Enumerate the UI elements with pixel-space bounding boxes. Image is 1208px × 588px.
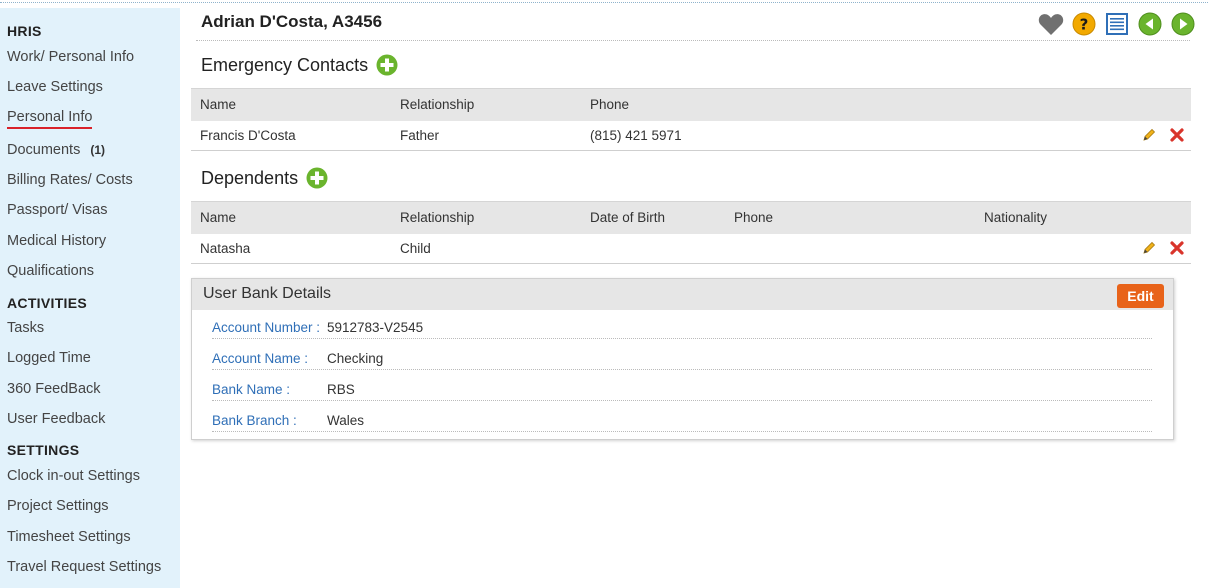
dependent-nationality	[975, 233, 1111, 264]
sidebar-heading-hris: HRIS	[7, 23, 42, 39]
add-dependent-icon[interactable]	[306, 167, 328, 189]
table-header-row: Name Relationship Phone	[191, 88, 1191, 121]
prev-icon[interactable]	[1137, 11, 1163, 37]
column-header-date-of-birth: Date of Birth	[581, 201, 725, 234]
user-bank-details-panel: User Bank Details Edit Account Number : …	[191, 278, 1174, 440]
dependents-table: Name Relationship Date of Birth Phone Na…	[191, 201, 1191, 264]
sidebar-item-logged-time[interactable]: Logged Time	[0, 350, 91, 366]
contact-phone: (815) 421 5971	[581, 120, 1111, 151]
emergency-contacts-heading: Emergency Contacts	[201, 54, 398, 76]
sidebar-item-timesheet-settings[interactable]: Timesheet Settings	[0, 529, 131, 545]
sidebar-item-work-personal-info[interactable]: Work/ Personal Info	[0, 49, 134, 65]
field-value: 5912783-V2545	[327, 320, 424, 335]
dependents-heading: Dependents	[201, 167, 328, 189]
edit-pencil-icon[interactable]	[1141, 127, 1157, 143]
table-header-row: Name Relationship Date of Birth Phone Na…	[191, 201, 1191, 234]
sidebar-item-travel-request-settings[interactable]: Travel Request Settings	[0, 559, 161, 575]
documents-count-badge: (1)	[90, 143, 106, 157]
column-header-relationship: Relationship	[391, 88, 581, 121]
sidebar-item-passport-visas[interactable]: Passport/ Visas	[0, 202, 107, 218]
delete-x-icon[interactable]	[1169, 127, 1185, 143]
heart-icon[interactable]	[1038, 11, 1064, 37]
contact-relationship: Father	[391, 120, 581, 151]
sidebar-heading-activities: ACTIVITIES	[7, 295, 88, 311]
sidebar-item-clock-settings[interactable]: Clock in-out Settings	[0, 468, 140, 484]
bank-panel-title: User Bank Details	[203, 285, 332, 302]
bank-field-account-name: Account Name : Checking	[212, 346, 1152, 370]
title-divider	[196, 40, 1190, 41]
column-header-name: Name	[191, 201, 391, 234]
dependent-relationship: Child	[391, 233, 581, 264]
column-header-nationality: Nationality	[975, 201, 1111, 234]
bank-field-bank-branch: Bank Branch : Wales	[212, 408, 1152, 432]
field-label: Bank Name :	[212, 382, 291, 397]
row-actions	[1111, 120, 1191, 151]
sidebar-heading-settings: SETTINGS	[7, 442, 80, 458]
column-header-actions	[1111, 88, 1191, 121]
bank-field-account-number: Account Number : 5912783-V2545	[212, 315, 1152, 339]
sidebar-item-billing-rates[interactable]: Billing Rates/ Costs	[0, 172, 133, 188]
field-label: Bank Branch :	[212, 413, 297, 428]
list-icon[interactable]	[1104, 11, 1130, 37]
help-icon[interactable]: ?	[1071, 11, 1097, 37]
sidebar-item-documents[interactable]: Documents (1)	[0, 142, 105, 158]
dependent-dob	[581, 233, 725, 264]
bank-field-bank-name: Bank Name : RBS	[212, 377, 1152, 401]
sidebar-item-qualifications[interactable]: Qualifications	[0, 263, 94, 279]
edit-bank-button[interactable]: Edit	[1117, 284, 1164, 308]
field-value: Wales	[327, 413, 365, 428]
column-header-actions	[1111, 201, 1191, 234]
emergency-contacts-table: Name Relationship Phone Francis D'Costa …	[191, 88, 1191, 151]
bank-panel-header: User Bank Details Edit	[192, 279, 1173, 310]
field-label: Account Name :	[212, 351, 309, 366]
column-header-phone: Phone	[581, 88, 1111, 121]
header-toolbar: ?	[1038, 11, 1196, 37]
column-header-relationship: Relationship	[391, 201, 581, 234]
column-header-name: Name	[191, 88, 391, 121]
sidebar-item-user-feedback[interactable]: User Feedback	[0, 411, 105, 427]
next-icon[interactable]	[1170, 11, 1196, 37]
field-value: RBS	[327, 382, 355, 397]
sidebar-item-project-settings[interactable]: Project Settings	[0, 498, 109, 514]
page-title: Adrian D'Costa, A3456	[201, 12, 383, 31]
table-row: Natasha Child	[191, 233, 1191, 264]
sidebar-item-personal-info[interactable]: Personal Info	[0, 109, 93, 129]
dependents-title: Dependents	[201, 167, 299, 188]
delete-x-icon[interactable]	[1169, 240, 1185, 256]
sidebar-item-leave-settings[interactable]: Leave Settings	[0, 79, 103, 95]
column-header-phone: Phone	[725, 201, 975, 234]
add-emergency-contact-icon[interactable]	[376, 54, 398, 76]
sidebar-item-360-feedback[interactable]: 360 FeedBack	[0, 381, 101, 397]
dependent-name: Natasha	[191, 233, 391, 264]
sidebar: HRIS Work/ Personal Info Leave Settings …	[0, 8, 180, 588]
contact-name: Francis D'Costa	[191, 120, 391, 151]
table-row: Francis D'Costa Father (815) 421 5971	[191, 120, 1191, 151]
field-label: Account Number :	[212, 320, 321, 335]
field-value: Checking	[327, 351, 384, 366]
sidebar-item-tasks[interactable]: Tasks	[0, 320, 44, 336]
dependent-phone	[725, 233, 975, 264]
sidebar-item-medical-history[interactable]: Medical History	[0, 233, 106, 249]
top-divider	[0, 2, 1208, 3]
row-actions	[1111, 233, 1191, 264]
emergency-contacts-title: Emergency Contacts	[201, 54, 369, 75]
svg-text:?: ?	[1080, 16, 1089, 34]
edit-pencil-icon[interactable]	[1141, 240, 1157, 256]
